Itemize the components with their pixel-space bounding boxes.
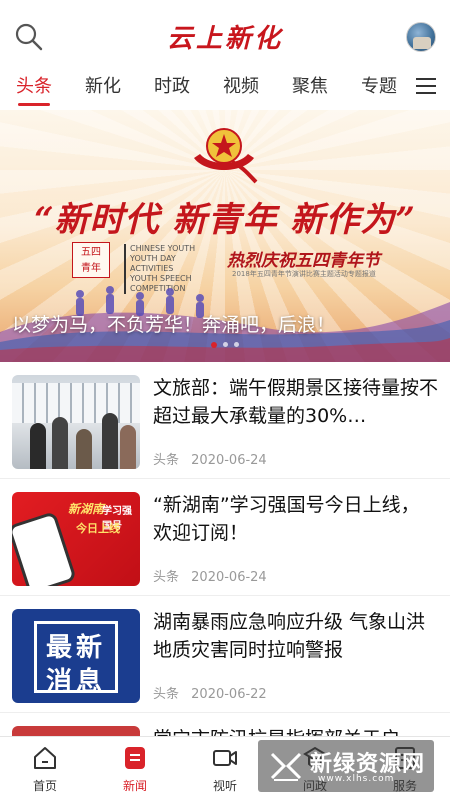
tab-toutiao[interactable]: 头条 bbox=[6, 72, 62, 108]
banner-caption: 以梦为马，不负芳华！奔涌吧，后浪！ bbox=[12, 314, 336, 336]
youth-league-emblem bbox=[194, 128, 258, 184]
en-line-1: CHINESE YOUTH bbox=[130, 244, 196, 253]
nav-news[interactable]: 新闻 bbox=[90, 737, 180, 800]
nav-label: 视听 bbox=[212, 779, 237, 793]
nav-home[interactable]: 首页 bbox=[0, 737, 90, 800]
nav-video[interactable]: 视听 bbox=[180, 737, 270, 800]
carousel-indicator bbox=[0, 342, 450, 348]
video-icon bbox=[213, 750, 237, 766]
news-date: 2020-06-24 bbox=[191, 570, 267, 585]
news-thumbnail: 最新 消息 bbox=[12, 609, 140, 703]
list-item[interactable]: 新湖南 学习强国号 今日上线 “新湖南”学习强国号今日上线，欢迎订阅！ 头条 2… bbox=[0, 479, 450, 596]
tab-zhuanti[interactable]: 专题 bbox=[351, 72, 407, 108]
watermark-url: www.xlhs.com bbox=[318, 774, 395, 784]
tab-xinhua[interactable]: 新化 bbox=[75, 72, 131, 108]
thumb-title: 新湖南 bbox=[68, 502, 105, 516]
news-thumbnail bbox=[12, 375, 140, 469]
carousel-dot[interactable] bbox=[211, 342, 217, 348]
news-title: “新湖南”学习强国号今日上线，欢迎订阅！ bbox=[153, 494, 420, 544]
tab-jujiao[interactable]: 聚焦 bbox=[282, 72, 338, 108]
avatar[interactable] bbox=[406, 22, 436, 52]
news-icon bbox=[125, 747, 145, 769]
news-date: 2020-06-22 bbox=[191, 687, 267, 702]
watermark: 新绿资源网 www.xlhs.com bbox=[258, 740, 434, 792]
thumb-line-1: 最新 bbox=[45, 633, 106, 663]
thumb-today: 今日上线 bbox=[76, 522, 120, 535]
news-source: 头条 bbox=[153, 453, 180, 468]
thumb-line-2: 消息 bbox=[45, 667, 106, 697]
home-icon bbox=[34, 747, 56, 769]
carousel-dot[interactable] bbox=[234, 342, 239, 347]
menu-icon[interactable] bbox=[416, 78, 436, 96]
watermark-logo-icon bbox=[270, 752, 302, 781]
news-list: 文旅部：端午假期景区接待量按不超过最大承载量的30%… 头条 2020-06-2… bbox=[0, 362, 450, 800]
carousel-dot[interactable] bbox=[223, 342, 228, 347]
news-meta: 头条 2020-06-24 bbox=[153, 449, 267, 468]
news-thumbnail: 新湖南 学习强国号 今日上线 bbox=[12, 492, 140, 586]
banner-slogan: “新时代 新青年 新作为” bbox=[34, 200, 416, 240]
banner-event-title: 热烈庆祝五四青年节 bbox=[227, 251, 380, 271]
tab-shizheng[interactable]: 时政 bbox=[144, 72, 200, 108]
list-item[interactable]: 最新 消息 湖南暴雨应急响应升级 气象山洪地质灾害同时拉响警报 头条 2020-… bbox=[0, 596, 450, 713]
news-source: 头条 bbox=[153, 570, 180, 585]
news-title: 湖南暴雨应急响应升级 气象山洪地质灾害同时拉响警报 bbox=[153, 611, 426, 661]
banner-carousel[interactable]: “新时代 新青年 新作为” 五四 青年 CHINESE YOUTH YOUTH … bbox=[0, 110, 450, 362]
news-source: 头条 bbox=[153, 687, 180, 702]
channel-tabs: 头条 新化 时政 视频 聚焦 专题 bbox=[0, 70, 450, 110]
nav-label: 首页 bbox=[32, 779, 57, 793]
badge-line-1: 五四 bbox=[81, 247, 101, 258]
app-header: 云上新化 bbox=[0, 0, 450, 70]
en-line-2: YOUTH DAY ACTIVITIES bbox=[130, 254, 176, 273]
news-meta: 头条 2020-06-22 bbox=[153, 683, 267, 702]
list-item[interactable]: 文旅部：端午假期景区接待量按不超过最大承载量的30%… 头条 2020-06-2… bbox=[0, 362, 450, 479]
news-title: 文旅部：端午假期景区接待量按不超过最大承载量的30%… bbox=[153, 377, 439, 427]
news-date: 2020-06-24 bbox=[191, 453, 267, 468]
nav-label: 新闻 bbox=[122, 779, 147, 793]
news-meta: 头条 2020-06-24 bbox=[153, 566, 267, 585]
app-title: 云上新化 bbox=[166, 24, 283, 54]
tab-shipin[interactable]: 视频 bbox=[213, 72, 269, 108]
